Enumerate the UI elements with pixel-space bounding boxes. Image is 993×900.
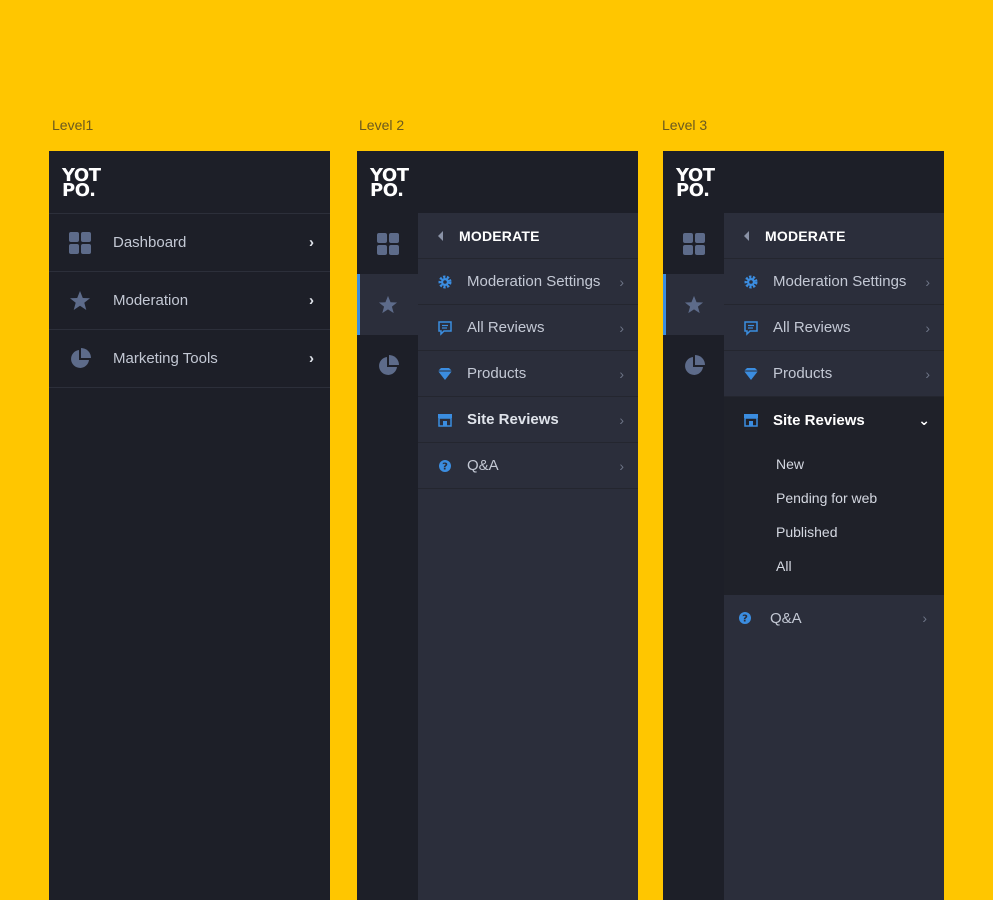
chevron-right-icon: › bbox=[925, 319, 930, 336]
diamond-icon bbox=[438, 367, 452, 380]
chevron-right-icon: › bbox=[619, 365, 624, 382]
moderate-submenu: MODERATE Moderation Settings › All Revie… bbox=[418, 213, 638, 900]
submenu-item-all-reviews[interactable]: All Reviews › bbox=[724, 305, 944, 351]
menu-item-label: Marketing Tools bbox=[113, 350, 218, 367]
submenu-title: MODERATE bbox=[459, 227, 540, 244]
chat-icon bbox=[744, 320, 758, 336]
icon-rail bbox=[357, 213, 418, 900]
site-reviews-children: New Pending for web Published All bbox=[724, 443, 944, 595]
chevron-right-icon: › bbox=[619, 411, 624, 428]
chevron-right-icon: › bbox=[309, 350, 314, 367]
submenu-item-site-reviews[interactable]: Site Reviews › bbox=[418, 397, 638, 443]
chat-icon bbox=[438, 320, 452, 336]
chevron-right-icon: › bbox=[619, 457, 624, 474]
yotpo-logo[interactable]: YOT PO. bbox=[676, 167, 715, 200]
menu-item-marketing-tools[interactable]: Marketing Tools › bbox=[49, 330, 330, 388]
chevron-right-icon: › bbox=[309, 234, 314, 251]
caret-left-icon bbox=[438, 230, 443, 241]
site-reviews-group: Site Reviews ⌄ New Pending for web Publi… bbox=[724, 397, 944, 595]
chevron-right-icon: › bbox=[619, 273, 624, 290]
sidebar-level2: YOT PO. MODERATE Moderation Settings › A… bbox=[357, 151, 638, 900]
diamond-icon bbox=[744, 367, 758, 380]
caption-level2: Level 2 bbox=[359, 117, 405, 133]
submenu-item-label: All Reviews bbox=[467, 319, 545, 336]
chevron-right-icon: › bbox=[309, 292, 314, 309]
chevron-right-icon: › bbox=[925, 365, 930, 382]
submenu-item-label: Site Reviews bbox=[467, 411, 559, 428]
question-icon: ? bbox=[439, 459, 451, 472]
menu-item-label: Moderation bbox=[113, 292, 189, 309]
caption-level3: Level 3 bbox=[662, 117, 708, 133]
submenu-header[interactable]: MODERATE bbox=[724, 213, 944, 259]
submenu-item-label: All Reviews bbox=[773, 319, 851, 336]
dashboard-grid-icon bbox=[376, 232, 399, 255]
store-icon bbox=[744, 414, 758, 427]
menu-item-label: Dashboard bbox=[113, 234, 187, 251]
submenu-item-all-reviews[interactable]: All Reviews › bbox=[418, 305, 638, 351]
submenu-item-qa[interactable]: ? Q&A › bbox=[418, 443, 638, 489]
yotpo-logo[interactable]: YOT PO. bbox=[370, 167, 409, 200]
pie-chart-icon bbox=[71, 347, 91, 368]
submenu-title: MODERATE bbox=[765, 227, 846, 244]
submenu-item-qa[interactable]: ? Q&A › bbox=[724, 595, 944, 641]
icon-rail bbox=[663, 213, 724, 900]
caret-left-icon bbox=[744, 230, 749, 241]
pie-chart-icon bbox=[378, 354, 399, 375]
rail-item-dashboard[interactable] bbox=[663, 213, 724, 274]
child-item-pending-for-web[interactable]: Pending for web bbox=[724, 481, 944, 515]
rail-item-marketing-tools[interactable] bbox=[663, 335, 724, 396]
sidebar-level3: YOT PO. MODERATE Moderation Settings › A… bbox=[663, 151, 944, 900]
store-icon bbox=[438, 413, 452, 427]
submenu-item-site-reviews[interactable]: Site Reviews ⌄ bbox=[724, 397, 944, 443]
dashboard-grid-icon bbox=[69, 231, 91, 254]
chevron-right-icon: › bbox=[619, 319, 624, 336]
submenu-item-moderation-settings[interactable]: Moderation Settings › bbox=[418, 259, 638, 305]
submenu-item-label: Moderation Settings bbox=[467, 273, 601, 290]
submenu-item-label: Q&A bbox=[770, 609, 802, 627]
rail-item-dashboard[interactable] bbox=[357, 213, 418, 274]
chevron-down-icon: ⌄ bbox=[918, 411, 930, 428]
star-icon bbox=[684, 295, 703, 313]
submenu-item-label: Products bbox=[773, 365, 833, 382]
child-item-all[interactable]: All bbox=[724, 549, 944, 583]
menu-item-moderation[interactable]: Moderation › bbox=[49, 272, 330, 330]
chevron-right-icon: › bbox=[922, 610, 927, 626]
dashboard-grid-icon bbox=[682, 232, 705, 255]
submenu-item-moderation-settings[interactable]: Moderation Settings › bbox=[724, 259, 944, 305]
svg-text:?: ? bbox=[442, 461, 448, 472]
rail-item-moderation[interactable] bbox=[663, 274, 724, 335]
pie-chart-icon bbox=[684, 354, 705, 375]
submenu-header[interactable]: MODERATE bbox=[418, 213, 638, 259]
main-menu: Dashboard › Moderation › Marketing Tools… bbox=[49, 213, 330, 388]
gear-icon bbox=[438, 275, 452, 288]
child-item-published[interactable]: Published bbox=[724, 515, 944, 549]
moderate-submenu: MODERATE Moderation Settings › All Revie… bbox=[724, 213, 944, 900]
star-icon bbox=[378, 295, 397, 313]
rail-item-moderation[interactable] bbox=[357, 274, 418, 335]
gear-icon bbox=[744, 275, 758, 288]
submenu-item-products[interactable]: Products › bbox=[418, 351, 638, 397]
chevron-right-icon: › bbox=[925, 273, 930, 290]
star-icon bbox=[70, 290, 90, 310]
menu-item-dashboard[interactable]: Dashboard › bbox=[49, 214, 330, 272]
submenu-item-label: Moderation Settings bbox=[773, 273, 907, 290]
svg-text:?: ? bbox=[742, 614, 748, 625]
child-item-new[interactable]: New bbox=[724, 447, 944, 481]
rail-item-marketing-tools[interactable] bbox=[357, 335, 418, 396]
question-icon: ? bbox=[739, 612, 751, 625]
sidebar-level1: YOT PO. Dashboard › Moderation › Marketin… bbox=[49, 151, 330, 900]
submenu-item-products[interactable]: Products › bbox=[724, 351, 944, 397]
yotpo-logo[interactable]: YOT PO. bbox=[62, 167, 101, 200]
submenu-item-label: Site Reviews bbox=[773, 411, 865, 429]
submenu-item-label: Q&A bbox=[467, 457, 499, 474]
caption-level1: Level1 bbox=[52, 117, 94, 133]
submenu-item-label: Products bbox=[467, 365, 527, 382]
